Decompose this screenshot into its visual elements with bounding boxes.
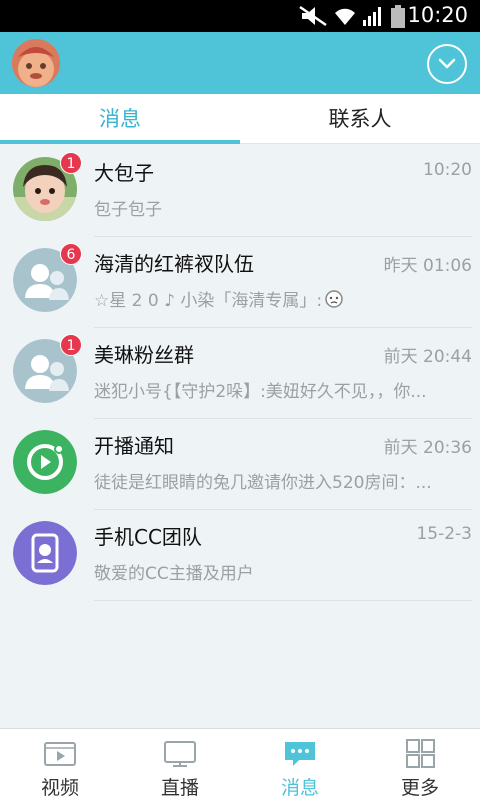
tv-icon <box>164 741 196 767</box>
nav-messages[interactable]: 消息 <box>240 729 360 800</box>
signal-icon <box>363 7 381 26</box>
status-time: 10:20 <box>407 3 468 27</box>
bottom-nav: 视频 直播 消息 更多 <box>0 728 480 800</box>
nav-more[interactable]: 更多 <box>360 729 480 800</box>
tab-contacts[interactable]: 联系人 <box>240 94 480 144</box>
grid-icon <box>406 739 435 768</box>
conversation-row[interactable]: 1 美琳粉丝群 前天 20:44 迷犯小号{【守护2哚】:美妞好久不见，，你..… <box>0 328 480 419</box>
conversation-row[interactable]: 手机CC团队 15-2-3 敬爱的CC主播及用户 <box>0 510 480 601</box>
unread-badge: 6 <box>60 243 82 265</box>
mute-icon <box>299 5 327 27</box>
user-avatar[interactable] <box>12 39 60 87</box>
conversation-name: 手机CC团队 <box>94 525 202 549</box>
conversation-time: 15-2-3 <box>416 524 472 544</box>
conversation-name: 美琳粉丝群 <box>94 343 194 367</box>
battery-icon <box>391 5 405 28</box>
nav-label: 直播 <box>160 777 199 799</box>
conversation-time: 前天 20:36 <box>383 438 472 458</box>
tab-messages[interactable]: 消息 <box>0 94 240 144</box>
status-bar: 10:20 <box>0 0 480 32</box>
conversation-row[interactable]: 6 海清的红裤衩队伍 昨天 01:06 ☆星 2 0 ♪ 小染「海清专属」: <box>0 237 480 328</box>
video-icon <box>44 742 76 766</box>
emoji-icon <box>325 290 343 308</box>
conversation-time: 昨天 01:06 <box>383 256 472 276</box>
nav-label: 消息 <box>280 777 319 799</box>
nav-label: 更多 <box>400 777 439 799</box>
conversation-preview: 包子包子 <box>94 200 162 220</box>
nav-video[interactable]: 视频 <box>0 729 120 800</box>
conversation-preview: 徒徒是红眼睛的兔几邀请你进入520房间：... <box>94 473 432 493</box>
dropdown-button[interactable] <box>427 44 467 84</box>
conversation-preview: 敬爱的CC主播及用户 <box>94 564 254 584</box>
live-play-icon <box>13 430 77 494</box>
chat-icon <box>285 742 315 766</box>
row-divider <box>94 600 472 601</box>
nav-live[interactable]: 直播 <box>120 729 240 800</box>
conversation-preview: ☆星 2 0 ♪ 小染「海清专属」: <box>94 286 466 311</box>
tab-indicator <box>0 140 240 144</box>
unread-badge: 1 <box>60 334 82 356</box>
app-header <box>0 32 480 94</box>
preview-text: ☆星 2 0 ♪ 小染「海清专属」: <box>94 291 323 311</box>
wifi-icon <box>335 8 355 25</box>
cc-team-icon <box>13 521 77 585</box>
unread-badge: 1 <box>60 152 82 174</box>
tab-bar: 消息 联系人 <box>0 94 480 144</box>
conversation-name: 海清的红裤衩队伍 <box>94 252 254 276</box>
nav-label: 视频 <box>40 777 79 799</box>
conversation-name: 开播通知 <box>94 434 174 458</box>
conversation-preview: 迷犯小号{【守护2哚】:美妞好久不见，，你... <box>94 382 427 402</box>
conversation-list: 1 大包子 10:20 包子包子 6 海清的红裤衩队伍 昨天 01:06 ☆星 … <box>0 146 480 601</box>
chevron-down-icon <box>438 58 456 69</box>
conversation-row[interactable]: 1 大包子 10:20 包子包子 <box>0 146 480 237</box>
conversation-name: 大包子 <box>94 161 154 185</box>
conversation-time: 前天 20:44 <box>383 347 472 367</box>
conversation-row[interactable]: 开播通知 前天 20:36 徒徒是红眼睛的兔几邀请你进入520房间：... <box>0 419 480 510</box>
conversation-time: 10:20 <box>423 160 472 180</box>
